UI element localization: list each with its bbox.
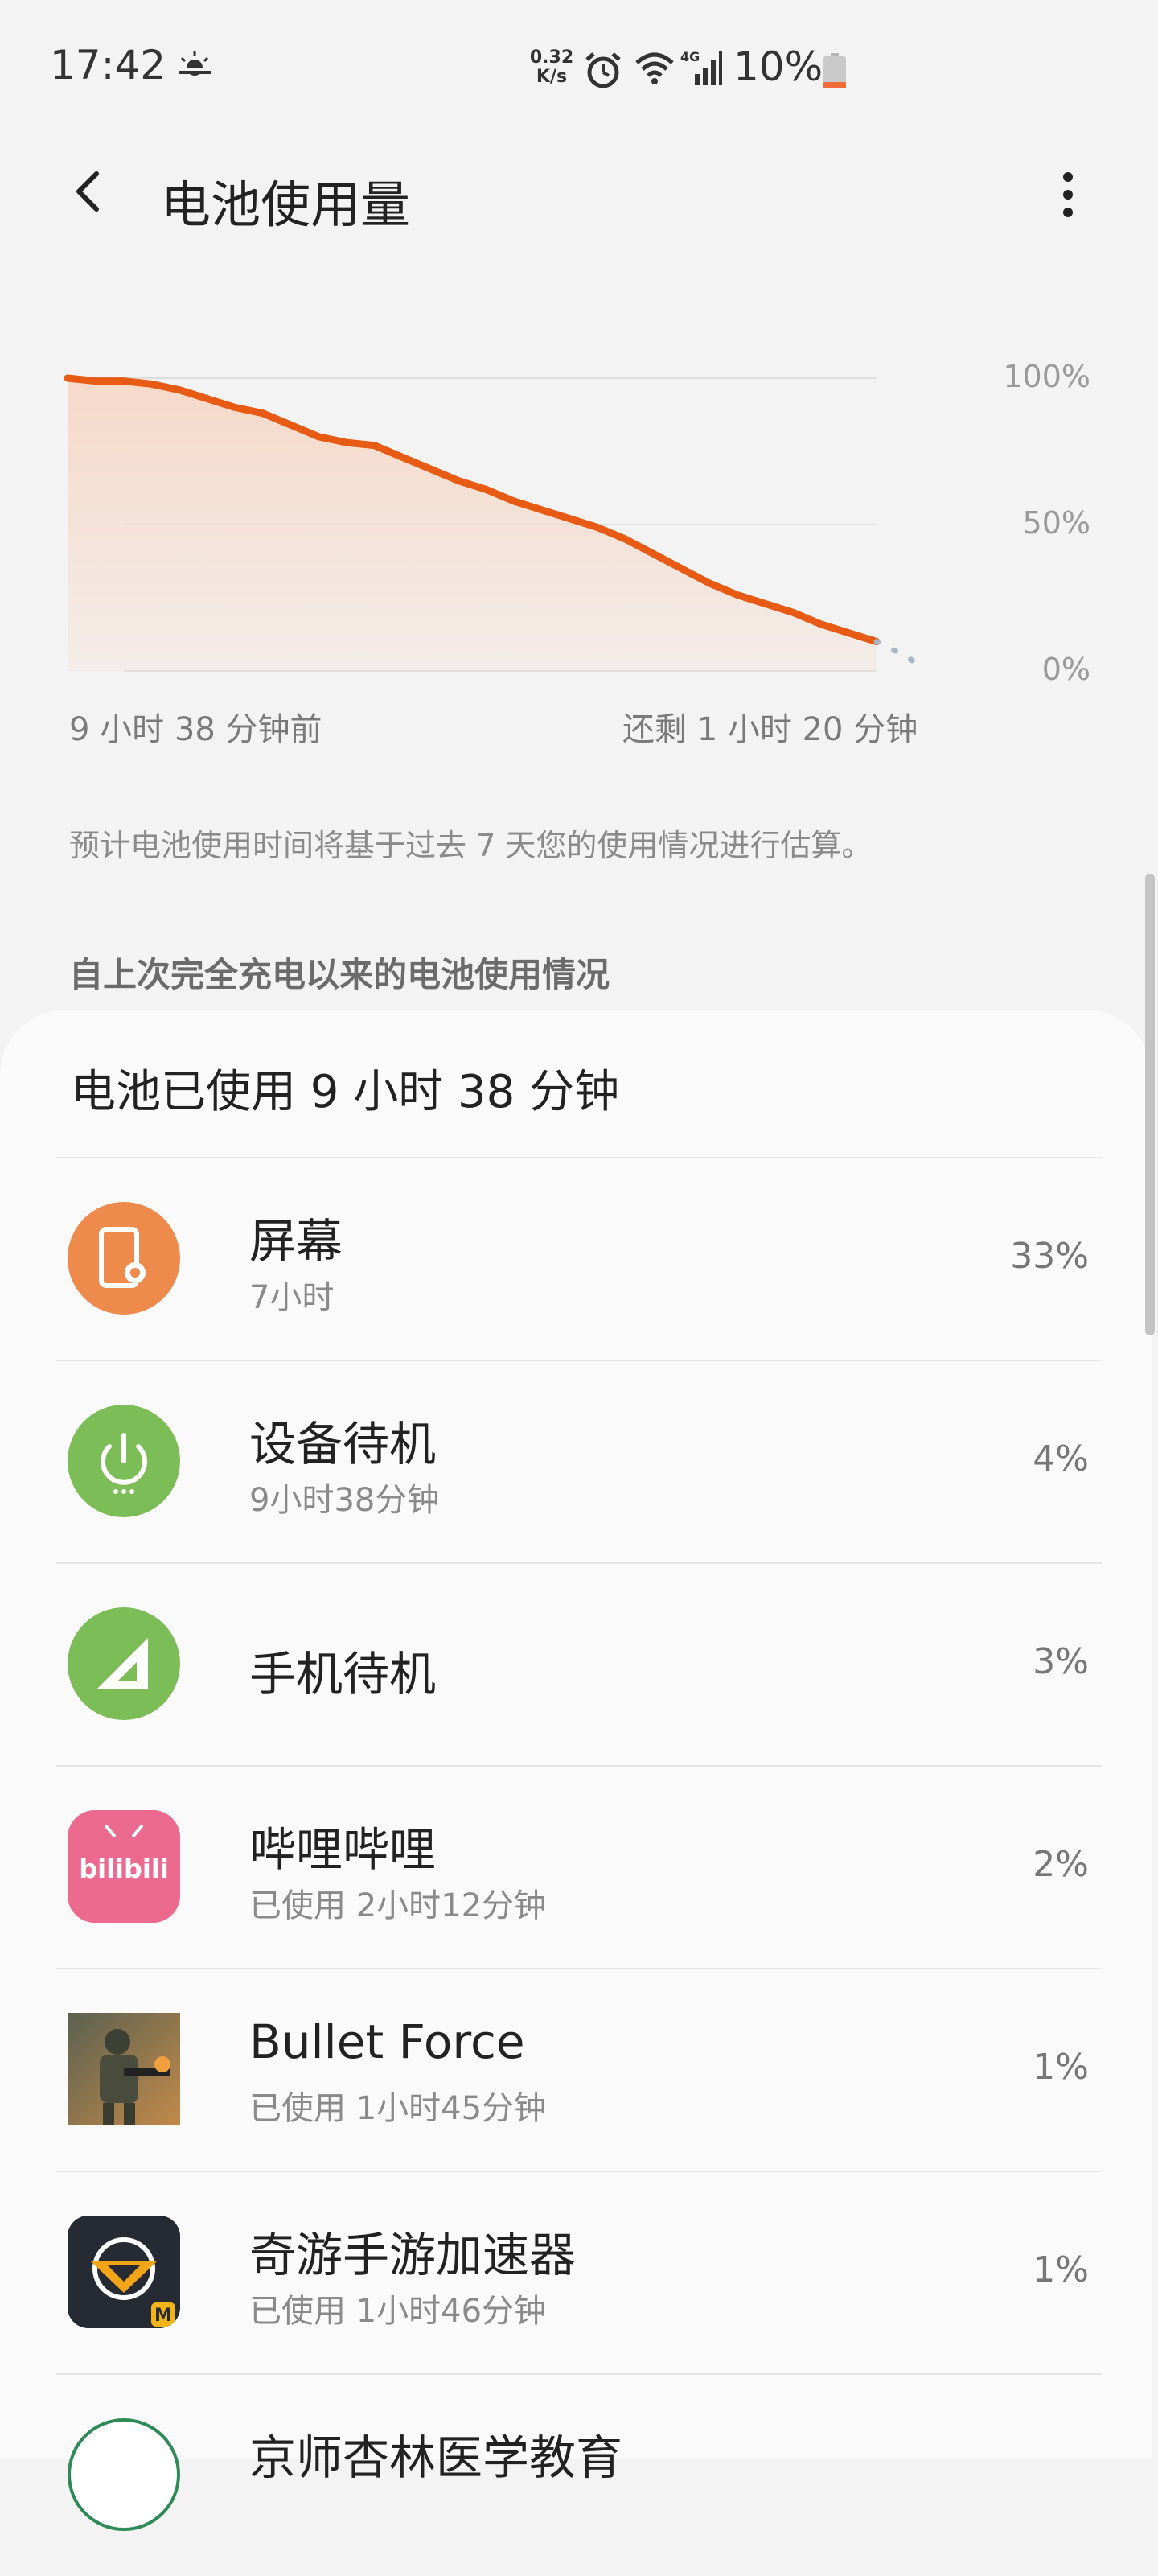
qiyou-badge-text: M (154, 2306, 172, 2326)
usage-item-duration: 9小时38分钟 (249, 1482, 440, 1519)
usage-item-bullet-force[interactable]: Bullet Force 已使用 1小时45分钟 1% (56, 1968, 1102, 2171)
qiyou-icon: M (68, 2216, 180, 2328)
usage-item-screen[interactable]: 屏幕 7小时 33% (56, 1157, 1102, 1360)
x-start-label: 9 小时 38 分钟前 (69, 711, 322, 748)
bilibili-logo-text: bilibili (79, 1854, 169, 1884)
usage-item-percent: 3% (1033, 1641, 1089, 1682)
bullet-force-icon (68, 2013, 180, 2125)
alarm-icon (585, 52, 621, 88)
network-type-label: 4G (680, 50, 700, 64)
usage-item-device-idle[interactable]: 设备待机 9小时38分钟 4% (56, 1360, 1102, 1562)
section-title: 自上次完全充电以来的电池使用情况 (69, 955, 610, 994)
y-tick-label: 100% (1003, 359, 1090, 394)
bilibili-icon: bilibili (68, 1810, 180, 1923)
usage-item-bilibili[interactable]: bilibili 哔哩哔哩 已使用 2小时12分钟 2% (56, 1765, 1102, 1968)
usage-item-name: 京师杏林医学教育 (249, 2430, 623, 2485)
more-options-icon[interactable] (1045, 166, 1090, 224)
status-bar: 17:42 0.32 K/s 4G 10% (0, 0, 1158, 142)
jingshi-icon (68, 2418, 180, 2531)
usage-item-duration: 7小时 (249, 1279, 335, 1316)
usage-total: 电池已使用 9 小时 38 分钟 (71, 1066, 620, 1118)
usage-item-name: 屏幕 (249, 1214, 343, 1269)
screen-icon (68, 1202, 180, 1315)
battery-chart: 100% 50% 0% 9 小时 38 分钟前 还剩 1 小时 20 分钟 (0, 338, 1158, 756)
cellular-signal-icon: 4G (680, 50, 722, 85)
estimate-note: 预计电池使用时间将基于过去 7 天您的使用情况进行估算。 (69, 828, 873, 863)
usage-item-percent: 1% (1033, 2047, 1089, 2088)
usage-card: 电池已使用 9 小时 38 分钟 屏幕 7小时 33% 设备待机 9小时38分钟 (0, 1010, 1152, 2531)
signal-icon (68, 1607, 180, 1720)
page-title: 电池使用量 (161, 175, 411, 234)
usage-item-qiyou[interactable]: M 奇游手游加速器 已使用 1小时46分钟 1% (56, 2171, 1102, 2373)
usage-item-name: Bullet Force (249, 2014, 525, 2069)
battery-percent: 10% (733, 43, 823, 90)
usage-item-name: 哔哩哔哩 (249, 1822, 437, 1877)
net-speed-unit: K/s (536, 67, 568, 87)
usage-item-duration: 已使用 1小时45分钟 (249, 2090, 547, 2127)
wifi-icon (635, 52, 674, 84)
usage-item-duration: 已使用 2小时12分钟 (249, 1887, 547, 1924)
battery-icon (823, 53, 846, 88)
power-icon (68, 1405, 180, 1517)
usage-item-percent: 4% (1033, 1438, 1089, 1479)
back-button[interactable] (64, 166, 116, 217)
usage-item-name: 手机待机 (249, 1647, 437, 1702)
usage-item-duration: 已使用 1小时46分钟 (249, 2293, 547, 2330)
usage-item-phone-idle[interactable]: 手机待机 3% (56, 1562, 1102, 1765)
chart-projection (873, 639, 928, 671)
battery-chart-plot (64, 374, 928, 672)
x-end-label: 还剩 1 小时 20 分钟 (622, 711, 918, 748)
y-tick-label: 0% (1041, 652, 1090, 687)
usage-item-name: 设备待机 (249, 1417, 437, 1471)
usage-item-percent: 2% (1033, 1844, 1089, 1885)
status-time: 17:42 (50, 42, 166, 88)
usage-item-name: 奇游手游加速器 (249, 2228, 577, 2282)
weather-icon (179, 51, 211, 76)
usage-item-percent: 33% (1010, 1236, 1089, 1277)
scrollbar[interactable] (1145, 874, 1155, 1335)
usage-item-jingshi[interactable]: 京师杏林医学教育 (56, 2373, 1102, 2576)
usage-item-percent: 1% (1033, 2249, 1089, 2290)
net-speed-value: 0.32 (529, 47, 574, 68)
y-tick-label: 50% (1022, 505, 1090, 541)
net-speed: 0.32 K/s (528, 48, 576, 87)
